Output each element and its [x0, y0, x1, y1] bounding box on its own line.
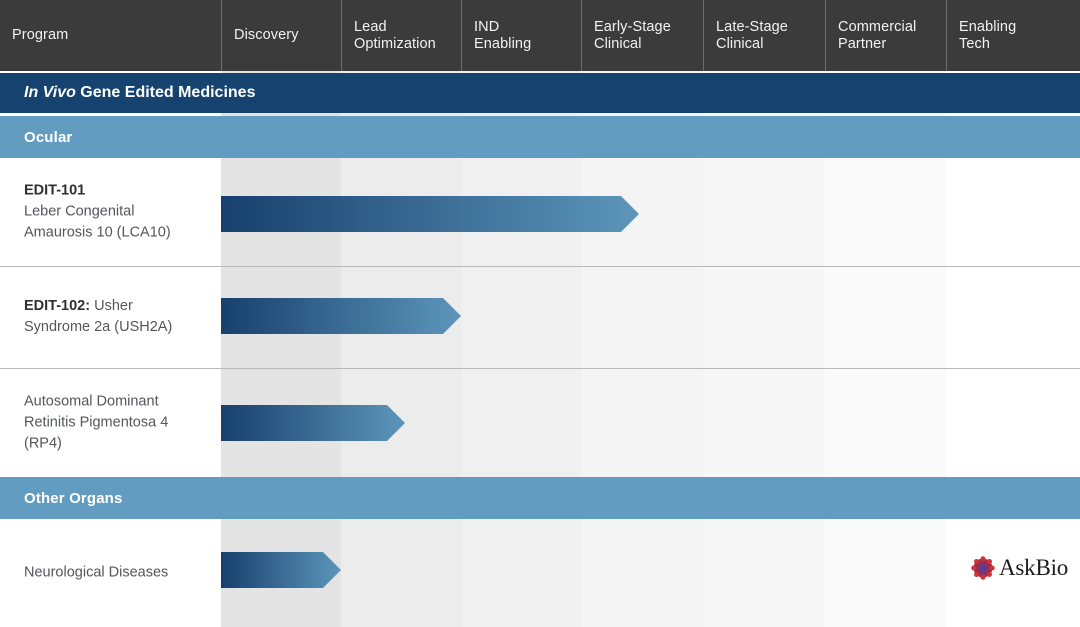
section-band-other-organs[interactable]: Other Organs: [0, 477, 1080, 519]
program-indication-edit-102-line2: Syndrome 2a (USH2A): [24, 319, 172, 335]
program-indication-rp4-line3: (RP4): [24, 436, 62, 452]
askbio-logo-text: AskBio: [999, 556, 1068, 580]
column-header-enabling-tech[interactable]: Enabling Tech: [946, 0, 1080, 71]
column-header-late-stage-clinical[interactable]: Late-Stage Clinical: [703, 0, 825, 71]
program-indication-rp4-line1: Autosomal Dominant: [24, 394, 159, 410]
column-header-enabling-tech-line2: Tech: [959, 36, 1016, 53]
table-row-neurological-diseases[interactable]: Neurological Diseases: [0, 519, 1080, 627]
program-label-edit-102: EDIT-102: Usher Syndrome 2a (USH2A): [24, 296, 210, 338]
aav-capsid-icon: [971, 556, 995, 580]
program-label-rp4: Autosomal Dominant Retinitis Pigmentosa …: [24, 392, 210, 455]
column-header-early-stage-clinical[interactable]: Early-Stage Clinical: [581, 0, 703, 71]
column-header-early-stage-clinical-line2: Clinical: [594, 36, 671, 53]
column-header-lead-optimization[interactable]: Lead Optimization: [341, 0, 461, 71]
progress-arrow-edit-101[interactable]: [221, 196, 639, 232]
table-row-rp4[interactable]: Autosomal Dominant Retinitis Pigmentosa …: [0, 369, 1080, 477]
section-band-in-vivo[interactable]: In Vivo Gene Edited Medicines: [0, 73, 1080, 113]
section-band-in-vivo-rest: Gene Edited Medicines: [76, 84, 256, 101]
section-band-ocular-label: Ocular: [24, 129, 72, 146]
column-header-lead-optimization-line1: Lead: [354, 19, 436, 36]
column-header-commercial-partner-line1: Commercial: [838, 19, 916, 36]
section-band-ocular[interactable]: Ocular: [0, 116, 1080, 158]
program-label-edit-101: EDIT-101 Leber Congenital Amaurosis 10 (…: [24, 181, 210, 244]
column-header-late-stage-clinical-line1: Late-Stage: [716, 19, 788, 36]
progress-arrow-edit-102[interactable]: [221, 298, 461, 334]
row-divider-1: [0, 266, 1080, 267]
column-header-program[interactable]: Program: [0, 0, 221, 71]
program-label-neurological-diseases: Neurological Diseases: [24, 563, 210, 584]
pipeline-chart: Program Discovery Lead Optimization IND …: [0, 0, 1080, 627]
askbio-logo: AskBio: [971, 556, 1068, 580]
program-indication-edit-102-line1: Usher: [90, 298, 133, 314]
section-band-in-vivo-italic: In Vivo: [24, 84, 76, 101]
program-indication-neuro-line1: Neurological Diseases: [24, 565, 168, 581]
table-row-edit-102[interactable]: EDIT-102: Usher Syndrome 2a (USH2A): [0, 267, 1080, 367]
column-header-discovery[interactable]: Discovery: [221, 0, 341, 71]
progress-arrow-rp4[interactable]: [221, 405, 405, 441]
column-header-late-stage-clinical-line2: Clinical: [716, 36, 788, 53]
program-indication-rp4-line2: Retinitis Pigmentosa 4: [24, 415, 168, 431]
column-header-program-line1: Program: [12, 27, 68, 44]
progress-arrow-neurological-diseases[interactable]: [221, 552, 341, 588]
row-divider-2: [0, 368, 1080, 369]
column-header-ind-enabling-line2: Enabling: [474, 36, 531, 53]
column-header-ind-enabling[interactable]: IND Enabling: [461, 0, 581, 71]
column-header-early-stage-clinical-line1: Early-Stage: [594, 19, 671, 36]
table-header-row: Program Discovery Lead Optimization IND …: [0, 0, 1080, 71]
program-indication-edit-101-line2: Amaurosis 10 (LCA10): [24, 225, 171, 241]
program-name-edit-101: EDIT-101: [24, 183, 85, 199]
program-name-edit-102: EDIT-102:: [24, 298, 90, 314]
column-header-commercial-partner[interactable]: Commercial Partner: [825, 0, 946, 71]
program-indication-edit-101-line1: Leber Congenital: [24, 204, 134, 220]
column-header-ind-enabling-line1: IND: [474, 19, 531, 36]
column-header-enabling-tech-line1: Enabling: [959, 19, 1016, 36]
column-header-discovery-line1: Discovery: [234, 27, 299, 44]
column-header-lead-optimization-line2: Optimization: [354, 36, 436, 53]
column-header-commercial-partner-line2: Partner: [838, 36, 916, 53]
section-band-other-organs-label: Other Organs: [24, 490, 123, 507]
